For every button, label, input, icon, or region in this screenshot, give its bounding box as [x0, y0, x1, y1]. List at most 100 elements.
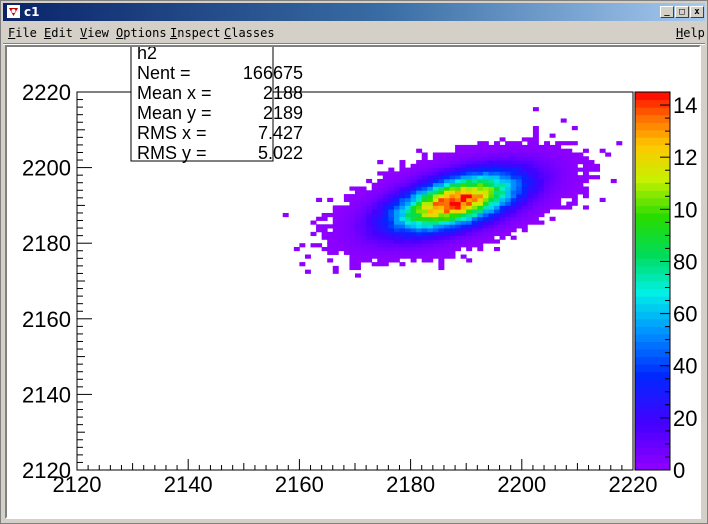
heat-cell — [399, 175, 406, 180]
close-button[interactable]: x — [690, 6, 704, 18]
heat-cell — [327, 235, 334, 240]
heat-cell — [555, 197, 562, 203]
heat-cell — [527, 216, 534, 221]
heat-cell — [588, 175, 595, 180]
menu-file[interactable]: File — [8, 26, 37, 40]
menu-classes[interactable]: Classes — [224, 26, 275, 40]
heat-cell — [343, 194, 350, 199]
heat-cell — [410, 194, 417, 199]
heat-cell — [549, 194, 556, 199]
heat-cell — [521, 152, 528, 157]
heat-cell — [477, 194, 484, 199]
heat-cell — [443, 186, 450, 191]
heat-cell — [488, 197, 495, 203]
heat-cell — [510, 212, 517, 218]
heat-cell — [488, 228, 495, 233]
heat-cell — [499, 190, 506, 195]
heat-cell — [560, 194, 567, 199]
heat-cell — [499, 175, 506, 180]
heat-cell — [577, 178, 584, 184]
heat-cell — [388, 224, 395, 229]
heat-cell — [527, 167, 534, 172]
heat-cell — [360, 258, 367, 263]
heat-cell — [532, 163, 539, 168]
menu-edit[interactable]: Edit — [44, 26, 73, 40]
heat-cell — [366, 220, 373, 225]
heat-cell — [532, 129, 539, 134]
heat-cell — [566, 171, 573, 176]
heat-cell — [399, 235, 406, 240]
heat-cell — [560, 141, 567, 146]
stats-title: h2 — [137, 47, 157, 63]
menu-view[interactable]: View — [80, 26, 109, 40]
heat-cell — [455, 231, 462, 237]
heat-cell — [527, 205, 534, 210]
heat-cell — [494, 220, 500, 225]
heat-cell — [410, 212, 417, 218]
heat-cell — [555, 167, 562, 172]
heat-cell — [438, 197, 445, 203]
heat-cell — [560, 190, 567, 195]
minimize-button[interactable]: _ — [660, 6, 674, 18]
heat-cell — [416, 148, 423, 153]
heat-cell — [382, 205, 389, 210]
heat-cell — [516, 190, 523, 195]
heat-cell — [332, 231, 339, 237]
heat-cell — [477, 141, 484, 146]
menu-options[interactable]: Options — [116, 26, 167, 40]
heat-cell — [355, 194, 361, 199]
menu-help[interactable]: Help — [676, 26, 705, 40]
canvas[interactable]: 2120 2140 2160 2180 2200 2220 212021402160218… — [7, 47, 699, 517]
heat-cell — [388, 254, 395, 259]
palette-segment — [635, 379, 670, 388]
heat-cell — [438, 167, 445, 172]
heat-cell — [505, 201, 512, 206]
heat-cell — [499, 201, 506, 206]
heat-cell — [532, 182, 539, 187]
heat-cell — [438, 156, 445, 161]
heat-cell — [427, 243, 434, 248]
heat-cell — [321, 216, 328, 221]
heat-cell — [399, 224, 406, 229]
palette-segment — [635, 401, 670, 411]
heat-cell — [421, 182, 428, 187]
heat-cell — [527, 175, 534, 180]
heat-cell — [343, 209, 350, 214]
heat-cell — [432, 175, 439, 180]
heat-cell — [349, 254, 356, 259]
heat-cell — [382, 190, 389, 195]
heat-cell — [466, 144, 473, 150]
heat-cell — [371, 231, 378, 237]
heat-cell — [443, 167, 450, 172]
heat-cell — [427, 175, 434, 180]
heat-cell — [494, 212, 500, 218]
heat-cell — [449, 246, 456, 252]
heat-cell — [427, 171, 434, 176]
heat-cell — [332, 235, 339, 240]
heat-cell — [599, 197, 606, 203]
stats-box[interactable]: h2 Nent = 166675 Mean x = 2188 Mean y = 21… — [130, 47, 303, 163]
heat-cell — [427, 178, 434, 184]
color-palette[interactable] — [634, 91, 671, 471]
heat-cell — [577, 186, 584, 191]
heat-cell — [516, 216, 523, 221]
heat-cell — [421, 254, 428, 259]
heat-cell — [560, 156, 567, 161]
heat-cell — [399, 254, 406, 259]
heat-cell — [549, 190, 556, 195]
heat-cell — [405, 175, 411, 180]
heat-cell — [516, 178, 523, 184]
heat-cell — [471, 212, 478, 218]
heat-cell — [421, 194, 428, 199]
title-bar[interactable]: c1 _ □ x — [3, 3, 705, 21]
heat-cell — [410, 258, 417, 263]
menu-inspect[interactable]: Inspect — [170, 26, 221, 40]
heat-cell — [360, 201, 367, 206]
heat-cell — [494, 178, 500, 184]
heat-cell — [377, 209, 384, 214]
heat-cell — [377, 186, 384, 191]
heat-cell — [521, 178, 528, 184]
maximize-button[interactable]: □ — [675, 6, 689, 18]
heat-cell — [449, 171, 456, 176]
y-tick-label: 2120 — [22, 458, 71, 483]
